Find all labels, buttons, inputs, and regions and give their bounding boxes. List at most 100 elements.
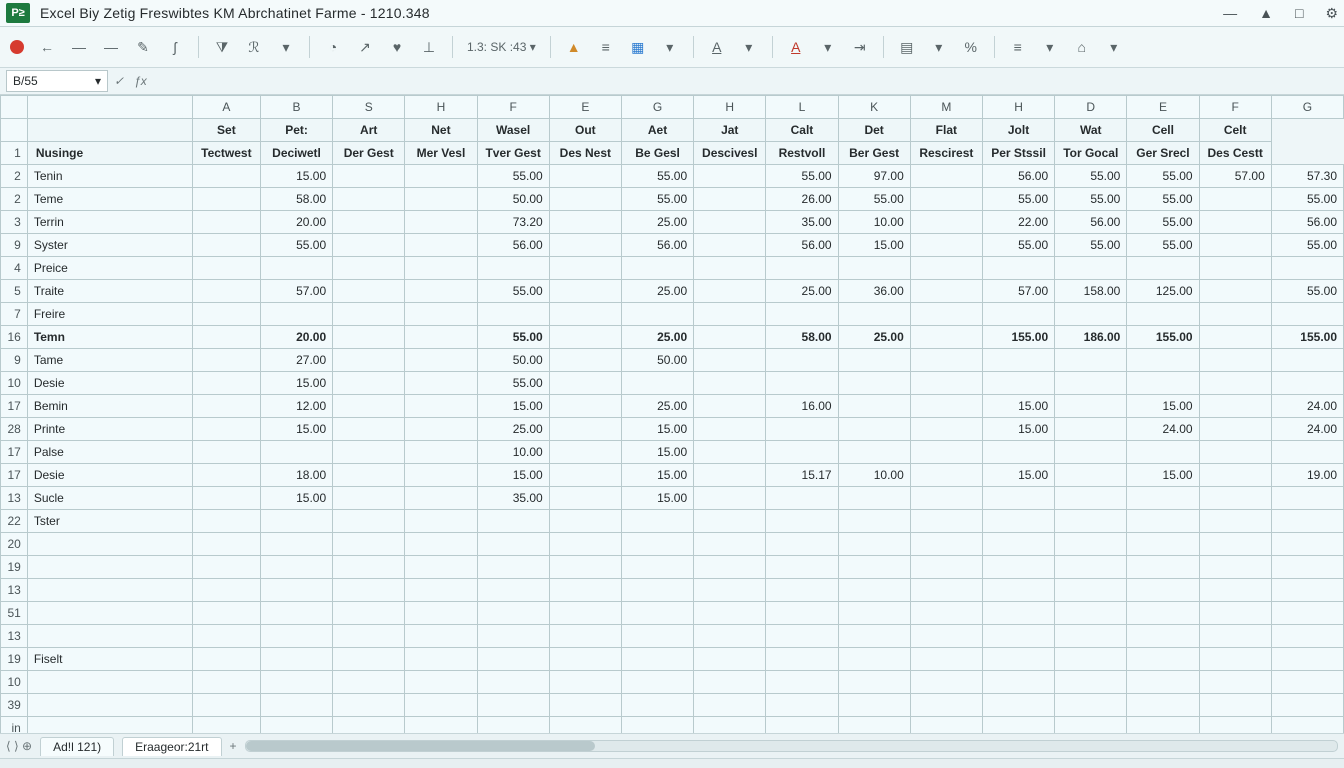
cell[interactable] (910, 211, 982, 234)
cell[interactable] (477, 625, 549, 648)
cell[interactable] (549, 579, 621, 602)
cell[interactable]: 56.00 (982, 165, 1054, 188)
cell[interactable]: 55.00 (1055, 234, 1127, 257)
col-header[interactable]: E (1127, 96, 1199, 119)
cell[interactable] (333, 234, 405, 257)
cell[interactable]: 50.00 (477, 188, 549, 211)
cell[interactable] (621, 671, 693, 694)
column-name-cell[interactable]: Nusinge (27, 142, 192, 165)
cell[interactable] (260, 533, 332, 556)
cell[interactable]: 57.30 (1271, 165, 1343, 188)
cell[interactable]: 18.00 (260, 464, 332, 487)
cell[interactable]: 55.00 (477, 280, 549, 303)
cell[interactable] (1199, 487, 1271, 510)
column-name-cell[interactable]: Des Cestt (1199, 142, 1271, 165)
cell[interactable] (260, 579, 332, 602)
row-header[interactable]: 9 (1, 234, 28, 257)
cell[interactable] (694, 165, 766, 188)
cell[interactable] (694, 326, 766, 349)
column-name-cell[interactable]: Des Nest (549, 142, 621, 165)
cell[interactable]: 20.00 (260, 326, 332, 349)
row-header[interactable]: 2 (1, 165, 28, 188)
cell[interactable] (982, 556, 1054, 579)
cell[interactable]: 27.00 (260, 349, 332, 372)
filter-icon[interactable]: ⧩ (213, 38, 231, 56)
cell[interactable] (549, 349, 621, 372)
dropdown7-icon[interactable]: ▾ (1105, 38, 1123, 56)
cell[interactable] (549, 303, 621, 326)
row-label-cell[interactable]: Printe (27, 418, 192, 441)
cell[interactable] (1199, 464, 1271, 487)
cell[interactable] (982, 694, 1054, 717)
spreadsheet-grid[interactable]: ABSHFEGHLKMHDEFGSetPet:ArtNetWaselOutAet… (0, 95, 1344, 733)
cell[interactable] (1271, 441, 1343, 464)
cell[interactable] (405, 257, 477, 280)
cell[interactable] (405, 579, 477, 602)
cell[interactable] (621, 625, 693, 648)
cell[interactable]: 22.00 (982, 211, 1054, 234)
cell[interactable] (333, 579, 405, 602)
cell[interactable] (549, 671, 621, 694)
cell[interactable] (621, 648, 693, 671)
cell[interactable] (1271, 556, 1343, 579)
cell[interactable] (192, 395, 260, 418)
cell[interactable] (1055, 556, 1127, 579)
cell[interactable] (549, 326, 621, 349)
cell[interactable] (621, 257, 693, 280)
horizontal-scrollbar[interactable] (245, 740, 1338, 752)
cell[interactable]: 20.00 (260, 211, 332, 234)
cell[interactable] (1199, 395, 1271, 418)
row-header[interactable]: 19 (1, 648, 28, 671)
cell[interactable]: 15.00 (1127, 395, 1199, 418)
cell[interactable]: 25.00 (477, 418, 549, 441)
row-label-cell[interactable] (27, 625, 192, 648)
cell[interactable]: 15.00 (260, 418, 332, 441)
cell[interactable] (260, 303, 332, 326)
group-header-cell[interactable]: Det (838, 119, 910, 142)
cell[interactable] (1127, 671, 1199, 694)
group-header-cell[interactable]: Out (549, 119, 621, 142)
cell[interactable] (694, 464, 766, 487)
col-header[interactable]: S (333, 96, 405, 119)
column-name-cell[interactable]: Tor Gocal (1055, 142, 1127, 165)
sheet-tab-1[interactable]: Ad!l 121) (40, 737, 114, 756)
cell[interactable] (694, 280, 766, 303)
cell[interactable] (1055, 464, 1127, 487)
cell[interactable] (1199, 533, 1271, 556)
cell[interactable] (910, 625, 982, 648)
cell[interactable]: 57.00 (1199, 165, 1271, 188)
cell[interactable] (192, 418, 260, 441)
cell[interactable]: 55.00 (621, 188, 693, 211)
row-header[interactable]: 19 (1, 556, 28, 579)
cell[interactable] (192, 211, 260, 234)
cell[interactable] (910, 510, 982, 533)
cell[interactable] (260, 441, 332, 464)
cell[interactable] (1199, 717, 1271, 734)
group-header-cell[interactable] (1, 119, 28, 142)
row-label-cell[interactable] (27, 556, 192, 579)
cell[interactable] (333, 625, 405, 648)
cell[interactable] (694, 211, 766, 234)
cell[interactable] (1055, 602, 1127, 625)
cell[interactable] (766, 694, 838, 717)
row-label-cell[interactable]: Desie (27, 464, 192, 487)
cell[interactable] (333, 280, 405, 303)
cell[interactable] (1055, 671, 1127, 694)
cell[interactable] (549, 648, 621, 671)
cell[interactable] (910, 602, 982, 625)
cell[interactable]: 16.00 (766, 395, 838, 418)
cell[interactable] (766, 487, 838, 510)
cell[interactable] (405, 165, 477, 188)
cell[interactable] (405, 441, 477, 464)
cell[interactable] (260, 694, 332, 717)
merge-icon[interactable]: ▤ (898, 38, 916, 56)
cell[interactable] (838, 257, 910, 280)
cell[interactable] (192, 188, 260, 211)
cell[interactable] (405, 303, 477, 326)
cell[interactable] (1271, 602, 1343, 625)
cell[interactable] (192, 441, 260, 464)
cell[interactable] (333, 303, 405, 326)
group-header-cell[interactable]: Art (333, 119, 405, 142)
cell[interactable]: 57.00 (260, 280, 332, 303)
cell[interactable]: 55.00 (982, 234, 1054, 257)
